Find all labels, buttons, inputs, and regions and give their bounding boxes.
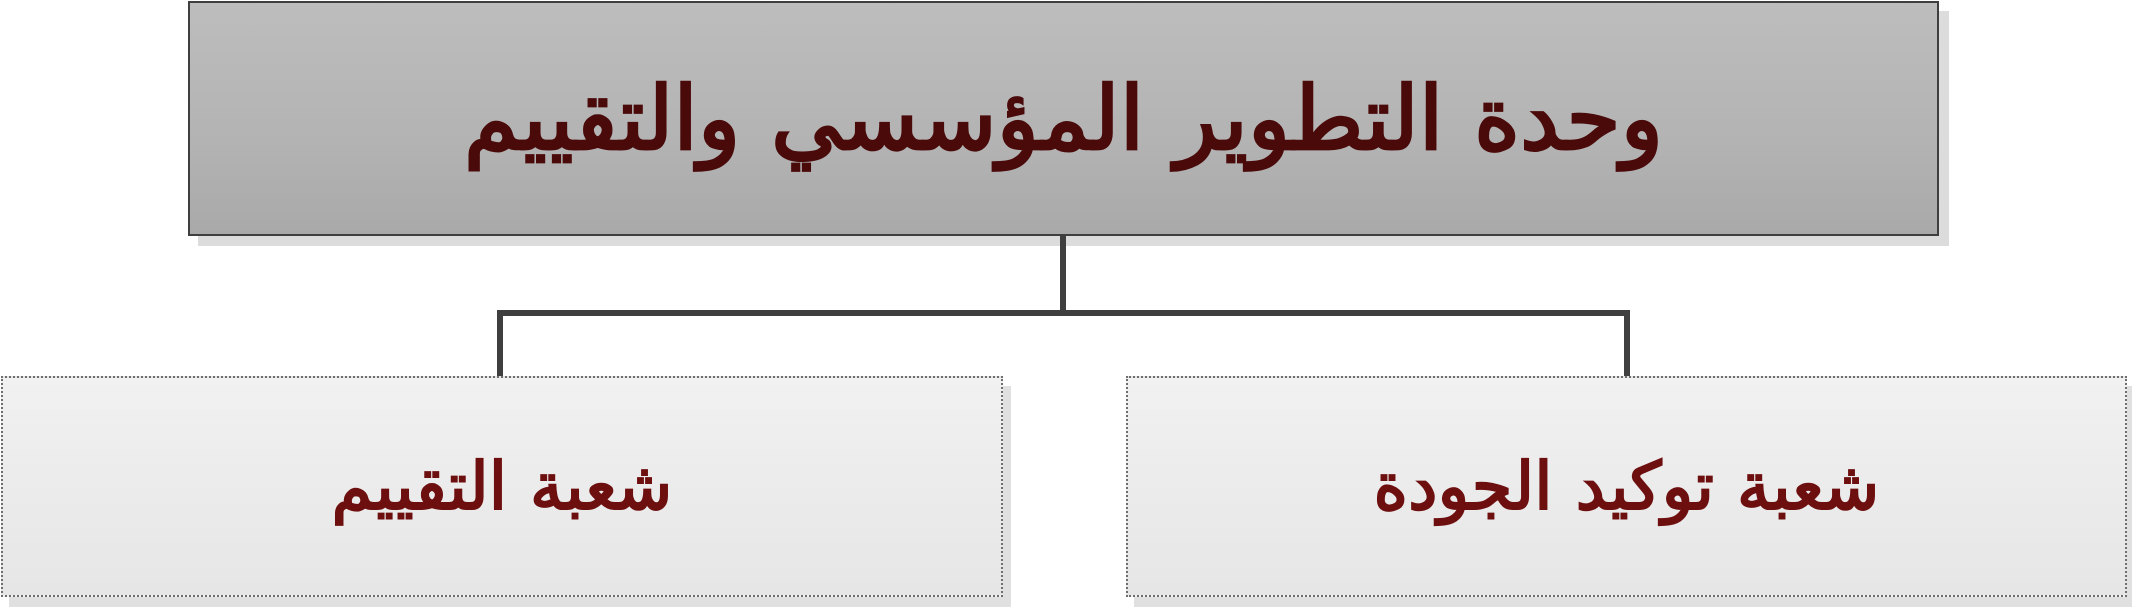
root-node: وحدة التطوير المؤسسي والتقييم xyxy=(188,1,1939,236)
child-node-evaluation: شعبة التقييم xyxy=(1,376,1003,597)
child-node-label-evaluation: شعبة التقييم xyxy=(331,447,673,526)
root-node-label: وحدة التطوير المؤسسي والتقييم xyxy=(463,66,1664,171)
child-node-quality-assurance: شعبة توكيد الجودة xyxy=(1126,376,2127,597)
child-node-label-quality-assurance: شعبة توكيد الجودة xyxy=(1373,447,1880,526)
